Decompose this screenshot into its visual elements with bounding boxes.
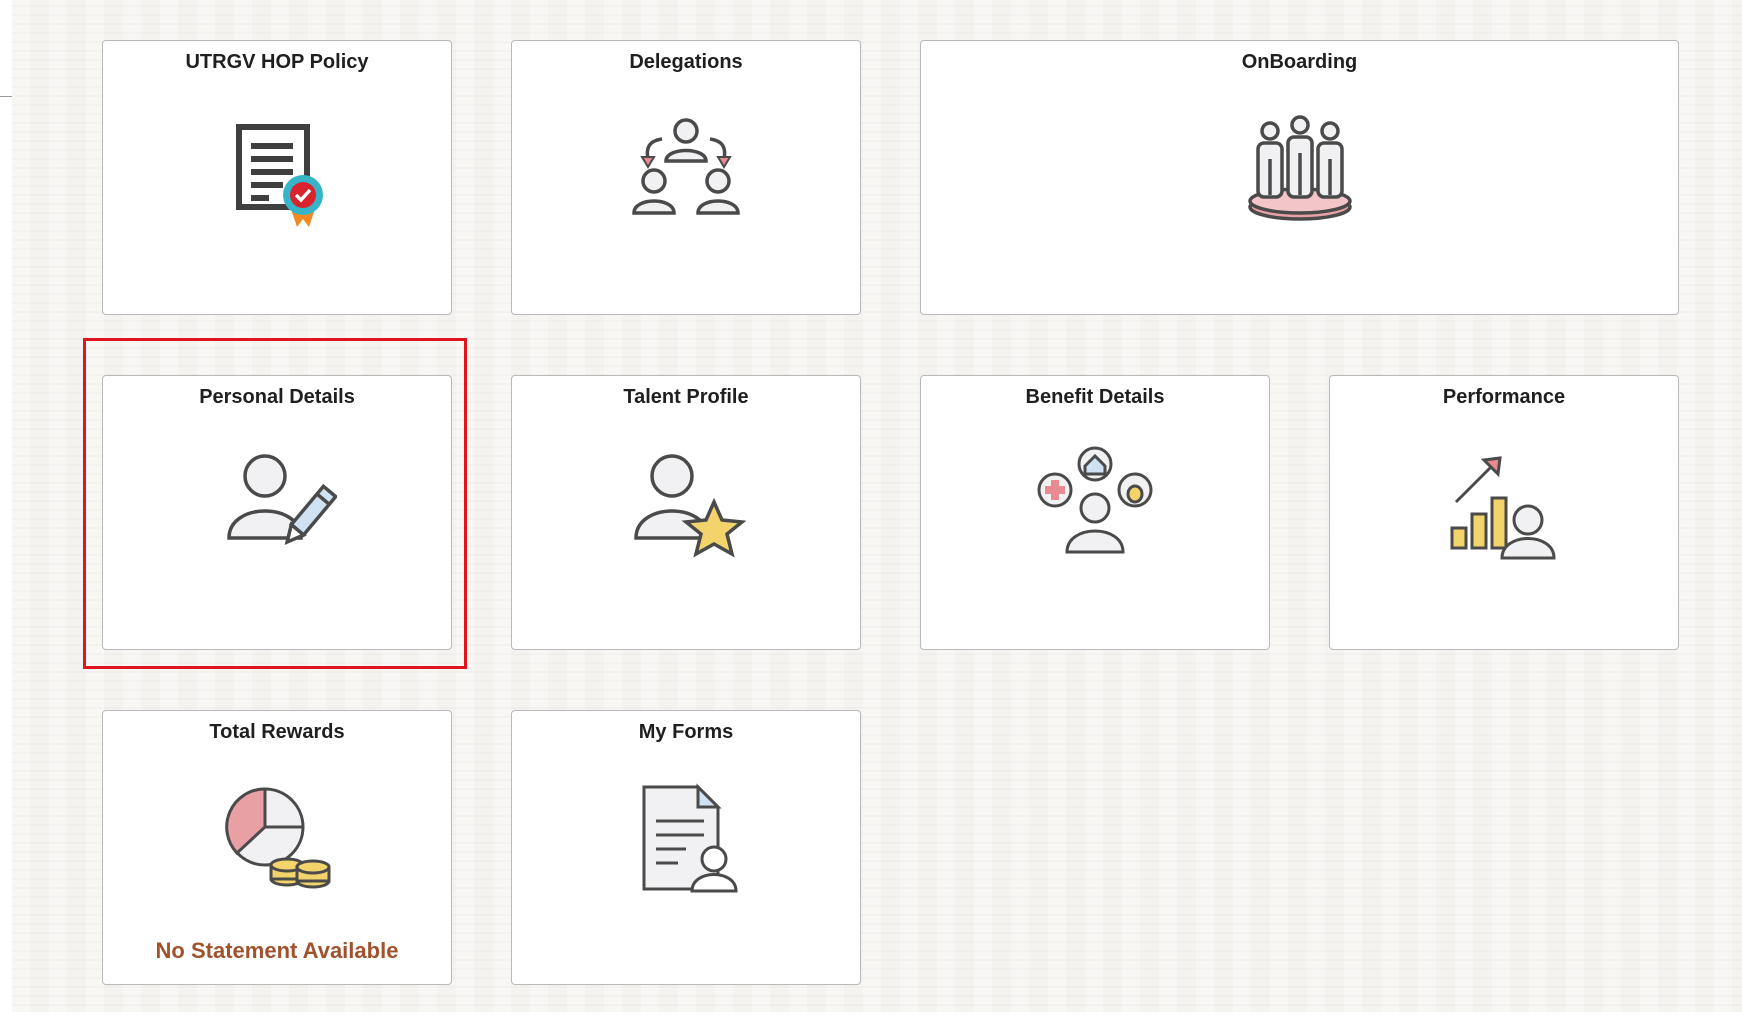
tile-onboarding[interactable]: OnBoarding <box>920 40 1679 315</box>
left-edge-marker <box>0 96 12 97</box>
person-star-icon <box>626 444 746 564</box>
tile-talent-profile[interactable]: Talent Profile <box>511 375 861 650</box>
certificate-icon <box>217 109 337 229</box>
performance-chart-icon <box>1444 444 1564 564</box>
benefits-icon <box>1035 444 1155 564</box>
tile-title: OnBoarding <box>1241 51 1358 73</box>
tile-benefit-details[interactable]: Benefit Details <box>920 375 1270 650</box>
tile-performance[interactable]: Performance <box>1329 375 1679 650</box>
form-person-icon <box>626 779 746 899</box>
tile-title: Total Rewards <box>209 721 345 743</box>
tile-title: Delegations <box>629 51 743 73</box>
tile-title: UTRGV HOP Policy <box>185 51 369 73</box>
tile-total-rewards[interactable]: Total Rewards No Statement Available <box>102 710 452 985</box>
tile-title: Talent Profile <box>623 386 749 408</box>
person-edit-icon <box>217 444 337 564</box>
tile-utrgv-hop-policy[interactable]: UTRGV HOP Policy <box>102 40 452 315</box>
tile-title: Benefit Details <box>1025 386 1165 408</box>
tile-delegations[interactable]: Delegations <box>511 40 861 315</box>
tile-personal-details[interactable]: Personal Details <box>102 375 452 650</box>
pie-coins-icon <box>217 779 337 899</box>
team-group-icon <box>1240 109 1360 229</box>
status-text: No Statement Available <box>155 938 399 963</box>
tile-my-forms[interactable]: My Forms <box>511 710 861 985</box>
delegation-icon <box>626 109 746 229</box>
tile-title: Performance <box>1442 386 1566 408</box>
tile-title: Personal Details <box>199 386 355 408</box>
tile-title: My Forms <box>638 721 734 743</box>
